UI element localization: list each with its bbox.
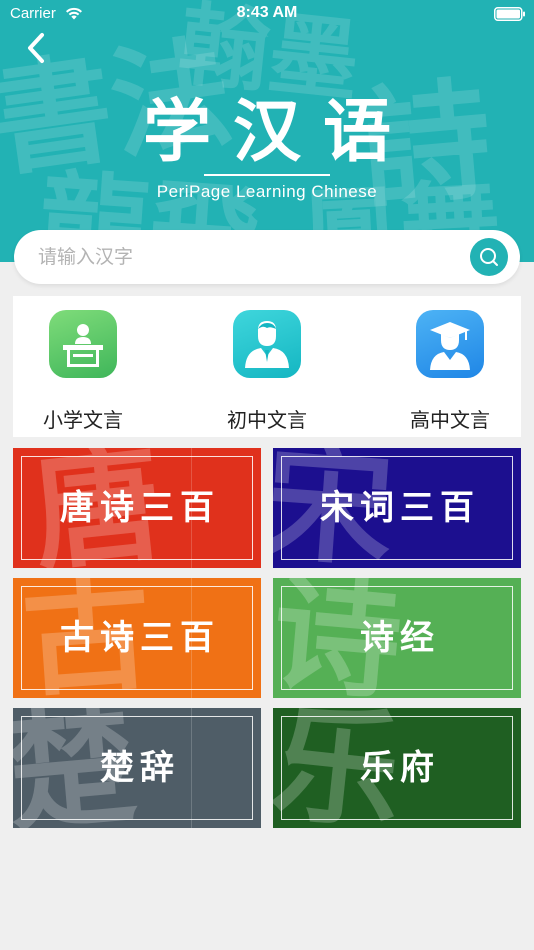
level-label: 高中文言 (410, 408, 490, 432)
level-label: 小学文言 (43, 408, 123, 432)
search-icon (480, 248, 498, 266)
card-title: 乐府 (360, 748, 440, 788)
collection-card-shijing[interactable]: 诗 诗经 (273, 578, 521, 698)
collection-card-chuci[interactable]: 楚 楚辞 (13, 708, 261, 828)
battery-icon (494, 7, 525, 21)
search-input[interactable] (38, 242, 438, 272)
title-divider (204, 174, 330, 176)
collection-card-tang[interactable]: 唐 唐诗三百 (13, 448, 261, 568)
level-label: 初中文言 (227, 408, 307, 432)
card-title: 唐诗三百 (60, 488, 220, 528)
search-bar (14, 230, 520, 284)
card-title: 宋词三百 (320, 488, 480, 528)
collection-card-song[interactable]: 宋 宋词三百 (273, 448, 521, 568)
card-title: 楚辞 (100, 748, 180, 788)
back-button[interactable] (22, 30, 52, 66)
chevron-left-icon (28, 33, 44, 63)
clock-time: 8:43 AM (236, 4, 298, 21)
header-banner: 書法 翰墨 詩 龍飛 鳳舞 Carrier 8:43 AM 学汉语 PeriPa… (0, 0, 534, 262)
app-title: 学汉语 (142, 92, 413, 172)
status-bar: Carrier 8:43 AM (0, 0, 534, 28)
search-button[interactable] (470, 238, 508, 276)
card-title: 古诗三百 (60, 618, 220, 658)
graduate-cap-icon (416, 310, 484, 378)
collection-card-yuefu[interactable]: 乐 乐府 (273, 708, 521, 828)
level-item-junior[interactable]: 初中文言 (197, 296, 337, 437)
card-title: 诗经 (360, 618, 440, 658)
app-subtitle: PeriPage Learning Chinese (156, 182, 378, 201)
collection-card-ancient[interactable]: 古 古诗三百 (13, 578, 261, 698)
pupil-desk-icon (49, 310, 117, 378)
level-selector: 小学文言 初中文言 高中文言 (13, 296, 521, 437)
level-item-senior[interactable]: 高中文言 (380, 296, 520, 437)
student-icon (233, 310, 301, 378)
level-item-primary[interactable]: 小学文言 (13, 296, 153, 437)
